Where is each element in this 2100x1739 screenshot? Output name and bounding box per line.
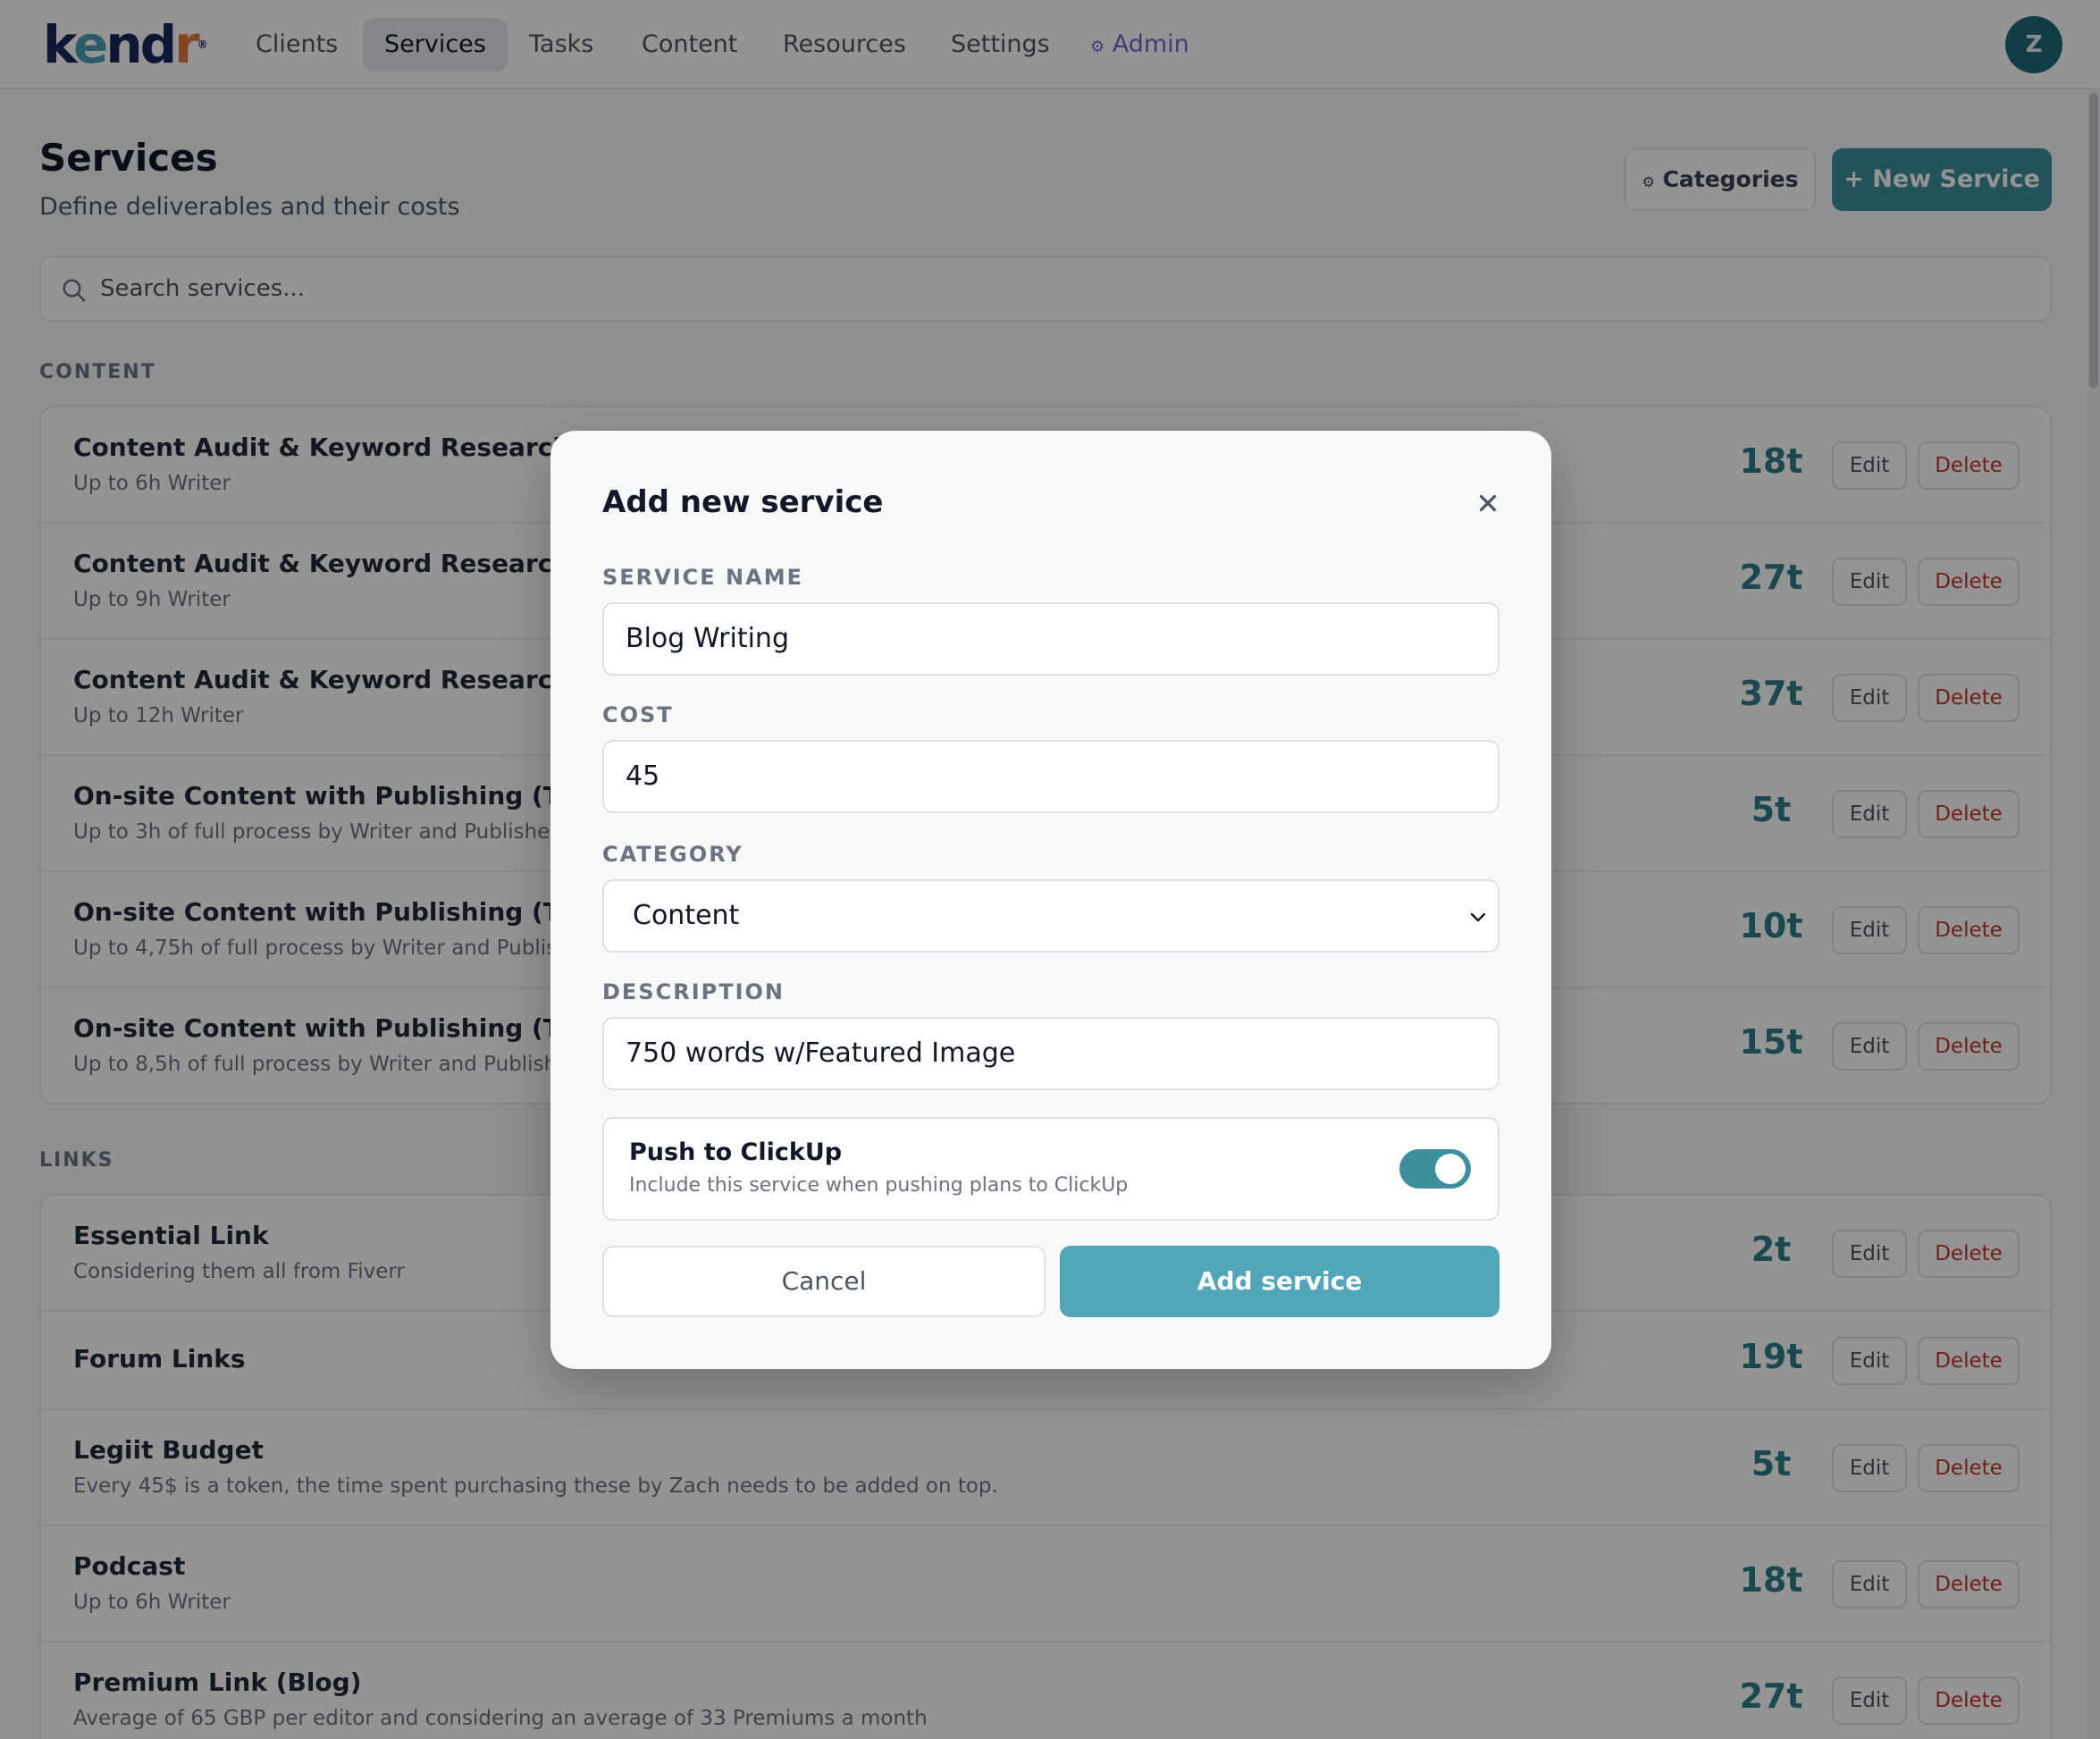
chevron-down-icon — [1470, 912, 1486, 922]
category-selected-value: Content — [633, 900, 740, 931]
service-name-label: SERVICE NAME — [602, 565, 803, 590]
push-clickup-toggle[interactable] — [1399, 1149, 1471, 1189]
category-label: CATEGORY — [602, 842, 743, 867]
toggle-knob — [1435, 1154, 1466, 1184]
cancel-button[interactable]: Cancel — [602, 1246, 1046, 1317]
add-service-button[interactable]: Add service — [1060, 1246, 1499, 1317]
description-label: DESCRIPTION — [602, 979, 785, 1004]
push-clickup-row: Push to ClickUp Include this service whe… — [602, 1117, 1499, 1221]
cost-label: COST — [602, 702, 674, 727]
close-icon[interactable] — [1474, 490, 1501, 517]
service-name-field[interactable]: Blog Writing — [602, 602, 1499, 676]
push-clickup-desc: Include this service when pushing plans … — [629, 1174, 1129, 1197]
cost-field[interactable]: 45 — [602, 740, 1499, 813]
category-select[interactable]: Content — [602, 879, 1499, 953]
description-field[interactable]: 750 words w/Featured Image — [602, 1017, 1499, 1090]
push-clickup-title: Push to ClickUp — [629, 1138, 843, 1166]
modal-title: Add new service — [602, 484, 884, 520]
add-service-modal: Add new service SERVICE NAME Blog Writin… — [550, 431, 1551, 1369]
